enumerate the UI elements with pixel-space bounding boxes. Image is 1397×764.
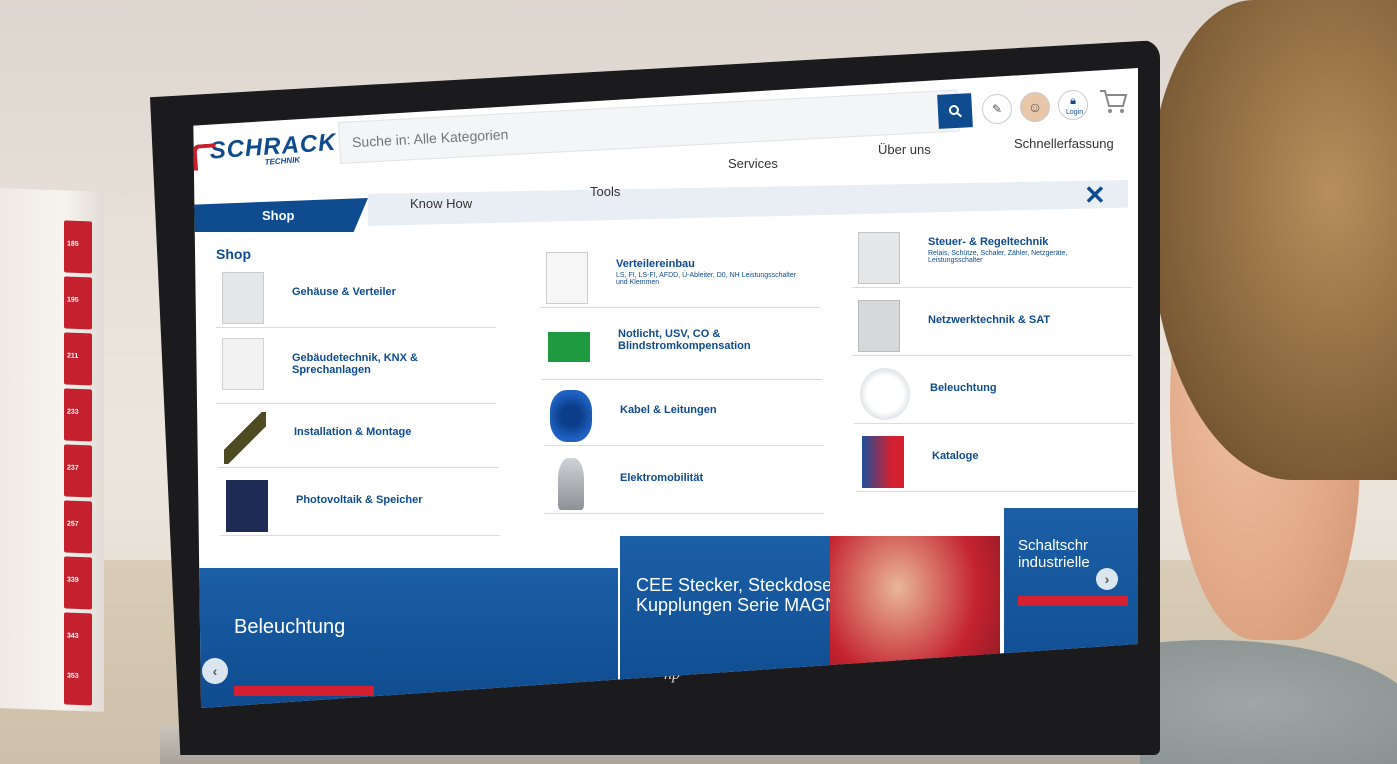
tab-strip [368, 180, 1128, 226]
chevron-left-icon: ‹ [212, 663, 218, 679]
category-installation[interactable]: Installation & Montage [218, 408, 498, 468]
meter-thumb [858, 232, 900, 284]
pin-icon: ✎ [991, 102, 1003, 116]
exit-sign-thumb [548, 332, 590, 362]
avatar[interactable]: ☺ [1020, 92, 1050, 122]
cable-reel-thumb [550, 390, 592, 442]
lock-icon: 🔒︎ [1070, 94, 1076, 107]
category-kataloge[interactable]: Kataloge [856, 432, 1136, 492]
switch-plate-thumb [222, 338, 264, 390]
binder-tab: 233 [64, 388, 92, 442]
catalog-thumb [862, 436, 904, 488]
category-netzwerktechnik[interactable]: Netzwerktechnik & SAT [852, 296, 1132, 356]
charger-thumb [558, 458, 584, 510]
category-notlicht[interactable]: Notlicht, USV, CO & Blindstromkompensati… [542, 316, 822, 380]
binder-tab: 353 [64, 652, 92, 706]
category-photovoltaik[interactable]: Photovoltaik & Speicher [220, 476, 500, 536]
login-label: Login [1066, 109, 1084, 116]
nav-services[interactable]: Services [728, 156, 778, 171]
banner-cta-bar[interactable] [234, 686, 374, 696]
nav-ueber-uns[interactable]: Über uns [878, 142, 931, 157]
close-icon[interactable]: ✕ [1084, 180, 1106, 211]
top-navigation: Services Über uns Schnellerfassung [193, 136, 1138, 186]
network-device-thumb [858, 300, 900, 352]
binder-tab: 237 [64, 444, 92, 498]
category-gehaeuse[interactable]: Gehäuse & Verteiler [216, 268, 496, 328]
carousel-prev-button[interactable]: ‹ [202, 658, 228, 684]
binder-tab: 211 [64, 332, 92, 386]
category-gebaeudetechnik[interactable]: Gebäudetechnik, KNX & Sprechanlagen [216, 334, 496, 404]
light-fixture-thumb [860, 368, 910, 420]
user-avatar-icon: ☺ [1027, 99, 1043, 115]
enclosure-thumb [222, 272, 264, 324]
category-elektromobilitaet[interactable]: Elektromobilität [544, 454, 824, 514]
category-steuer-regeltechnik[interactable]: Steuer- & Regeltechnik Relais, Schütze, … [852, 228, 1132, 288]
conduit-thumb [224, 412, 266, 464]
binder-tab: 339 [64, 556, 92, 610]
nav-schnellerfassung[interactable]: Schnellerfassung [1014, 136, 1114, 151]
login-button[interactable]: 🔒︎ Login [1058, 90, 1088, 120]
tab-know-how[interactable]: Know How [410, 196, 472, 211]
binder-tab: 257 [64, 500, 92, 554]
search-button[interactable] [937, 93, 973, 129]
cart-icon [1100, 90, 1128, 113]
binder-tab: 185 [64, 220, 92, 274]
tab-shop[interactable]: Shop [193, 198, 368, 232]
pin-button[interactable]: ✎ [982, 94, 1012, 124]
tab-tools[interactable]: Tools [590, 184, 620, 199]
search-icon [948, 105, 962, 118]
chevron-right-icon: › [1104, 571, 1110, 587]
circuit-breaker-thumb [546, 252, 588, 304]
category-kabel[interactable]: Kabel & Leitungen [544, 386, 824, 446]
banner-cta-bar[interactable] [1018, 596, 1128, 606]
binder-tab: 195 [64, 276, 92, 330]
laptop-screen: SCHRACK TECHNIK ✎ ☺ 🔒︎ Login [193, 68, 1138, 708]
cart-button[interactable] [1098, 86, 1128, 116]
menu-title: Shop [216, 246, 251, 262]
solar-panel-thumb [226, 480, 268, 532]
category-beleuchtung[interactable]: Beleuchtung [854, 364, 1134, 424]
main-tabs: Shop Know How Tools [193, 180, 1138, 232]
carousel-next-button[interactable]: › [1096, 568, 1118, 590]
category-verteilereinbau[interactable]: Verteilereinbau LS, FI, LS-FI, AFDD, Ü-A… [540, 248, 820, 308]
catalog-binder: 185 195 211 233 237 257 339 343 353 [0, 188, 104, 712]
